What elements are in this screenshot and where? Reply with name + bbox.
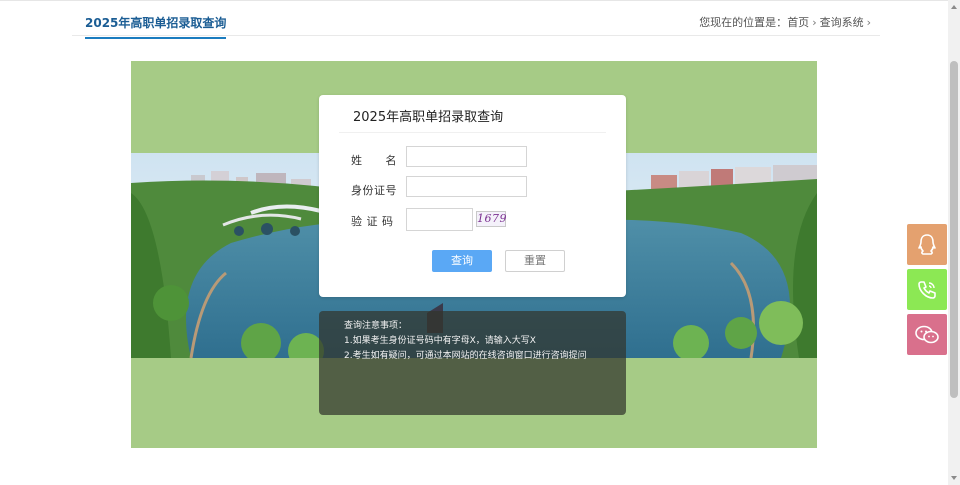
wechat-consult-button[interactable] (907, 314, 947, 355)
phone-consult-button[interactable] (907, 269, 947, 310)
id-number-input[interactable] (406, 176, 527, 197)
id-number-label: 身份证号 (351, 184, 397, 197)
page-header: 2025年高职单招录取查询 您现在的位置是：首页 › 查询系统 › (72, 0, 880, 39)
breadcrumb-separator: › (866, 15, 871, 29)
captcha-label: 验 证 码 (351, 215, 394, 228)
breadcrumb-prefix: 您现在的位置是： (699, 16, 788, 29)
qq-consult-button[interactable] (907, 224, 947, 265)
reset-button[interactable]: 重置 (505, 250, 565, 272)
breadcrumb-separator: › (812, 15, 817, 29)
query-button[interactable]: 查询 (432, 250, 492, 272)
name-input[interactable] (406, 146, 527, 167)
phone-icon (918, 281, 936, 299)
scroll-down-arrow-icon[interactable] (950, 474, 958, 482)
wechat-icon (915, 325, 939, 344)
page-title: 2025年高职单招录取查询 (85, 14, 227, 39)
name-label: 姓 名 (351, 154, 397, 167)
notice-line: 1.如果考生身份证号码中有字母X，请输入大写X (344, 336, 536, 346)
qq-icon (918, 234, 936, 255)
breadcrumb-query-system-link[interactable]: 查询系统 (820, 16, 864, 29)
scroll-up-arrow-icon[interactable] (950, 3, 958, 11)
form-title: 2025年高职单招录取查询 (353, 110, 504, 125)
notice-title: 查询注意事项： (344, 321, 408, 331)
notice-line: 2.考生如有疑问，可通过本网站的在线咨询窗口进行咨询提问 (344, 351, 587, 361)
form-title-divider (339, 132, 606, 133)
query-notice-panel: 查询注意事项： 1.如果考生身份证号码中有字母X，请输入大写X 2.考生如有疑问… (319, 311, 626, 415)
captcha-image[interactable]: 1679 (476, 211, 507, 227)
scrollbar-thumb[interactable] (950, 61, 958, 398)
query-form-card: 2025年高职单招录取查询 姓 名 身份证号 验 证 码 1679 查询 重置 (319, 95, 626, 297)
breadcrumb: 您现在的位置是：首页 › 查询系统 › (699, 14, 874, 30)
breadcrumb-home-link[interactable]: 首页 (787, 16, 809, 29)
captcha-input[interactable] (406, 208, 473, 231)
